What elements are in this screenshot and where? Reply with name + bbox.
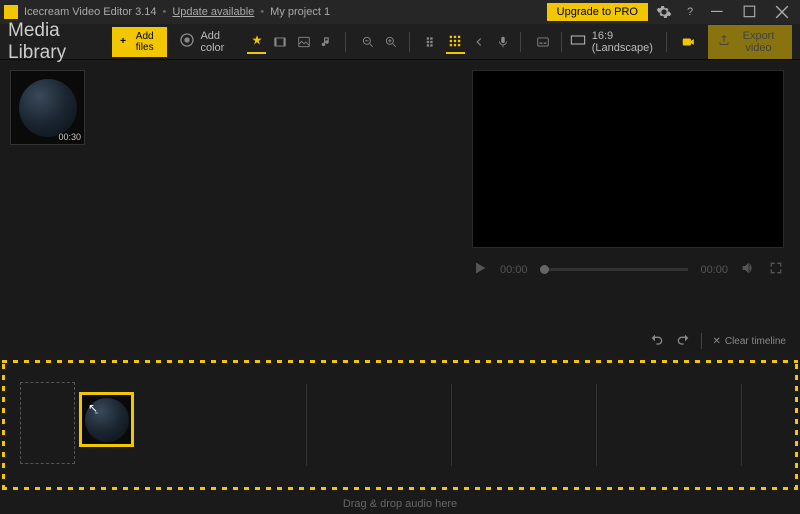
add-color-button[interactable]: Add color	[179, 30, 234, 54]
close-button[interactable]	[768, 0, 796, 24]
filter-audio-icon[interactable]	[318, 30, 338, 54]
app-icon	[4, 5, 18, 19]
collapse-icon[interactable]	[469, 30, 489, 54]
settings-icon[interactable]	[654, 2, 674, 22]
filter-image-icon[interactable]	[294, 30, 314, 54]
play-button[interactable]	[472, 260, 488, 279]
preview-screen[interactable]	[472, 70, 784, 248]
timeline-slot-empty[interactable]	[20, 382, 75, 464]
view-grid-icon[interactable]	[446, 30, 466, 54]
progress-handle[interactable]	[540, 265, 549, 274]
app-name: Icecream Video Editor 3.14	[24, 6, 156, 18]
clear-timeline-button[interactable]: ✕ Clear timeline	[712, 336, 786, 347]
zoom-in-icon[interactable]	[382, 30, 402, 54]
media-library-panel: 00:30	[0, 60, 462, 326]
upgrade-button[interactable]: Upgrade to PRO	[547, 3, 648, 21]
filter-all-icon[interactable]	[247, 30, 267, 54]
export-button[interactable]: Export video	[708, 25, 792, 59]
timeline-clip[interactable]: ↖▫	[79, 392, 134, 447]
record-icon[interactable]	[678, 30, 698, 54]
current-time: 00:00	[500, 264, 528, 276]
redo-button[interactable]	[675, 332, 691, 351]
zoom-out-icon[interactable]	[358, 30, 378, 54]
media-item[interactable]: 00:30	[10, 70, 85, 145]
help-icon[interactable]: ?	[680, 2, 700, 22]
playback-controls: 00:00 00:00	[472, 260, 784, 279]
fullscreen-icon[interactable]	[768, 260, 784, 279]
preview-panel: 00:00 00:00	[462, 60, 800, 326]
clip-thumbnail	[85, 398, 129, 442]
update-link[interactable]: Update available	[172, 6, 254, 18]
main-area: 00:30 00:00 00:00	[0, 60, 800, 326]
total-time: 00:00	[700, 264, 728, 276]
audio-drop-zone[interactable]: Drag & drop audio here	[0, 494, 800, 514]
volume-icon[interactable]	[740, 260, 756, 279]
aspect-icon	[570, 32, 586, 51]
minimize-button[interactable]	[704, 0, 732, 24]
titlebar: Icecream Video Editor 3.14 • Update avai…	[0, 0, 800, 24]
add-files-button[interactable]: +Add files	[112, 27, 167, 57]
mic-icon[interactable]	[493, 30, 513, 54]
undo-button[interactable]	[649, 332, 665, 351]
project-name: My project 1	[270, 6, 330, 18]
color-wheel-icon	[179, 32, 195, 51]
media-thumbnail	[19, 79, 77, 137]
library-title: Media Library	[8, 20, 102, 64]
media-duration: 00:30	[58, 132, 81, 142]
filter-video-icon[interactable]	[270, 30, 290, 54]
maximize-button[interactable]	[736, 0, 764, 24]
close-x-icon: ✕	[712, 336, 720, 347]
subtitle-icon[interactable]	[533, 30, 553, 54]
timeline-actions: ✕ Clear timeline	[0, 326, 800, 356]
view-list-icon[interactable]	[422, 30, 442, 54]
aspect-ratio-button[interactable]: 16:9 (Landscape)	[570, 30, 658, 54]
progress-bar[interactable]	[540, 268, 689, 271]
export-icon	[718, 34, 730, 49]
toolbar: Media Library +Add files Add color 16:9 …	[0, 24, 800, 60]
timeline[interactable]: ↖▫	[2, 360, 798, 490]
